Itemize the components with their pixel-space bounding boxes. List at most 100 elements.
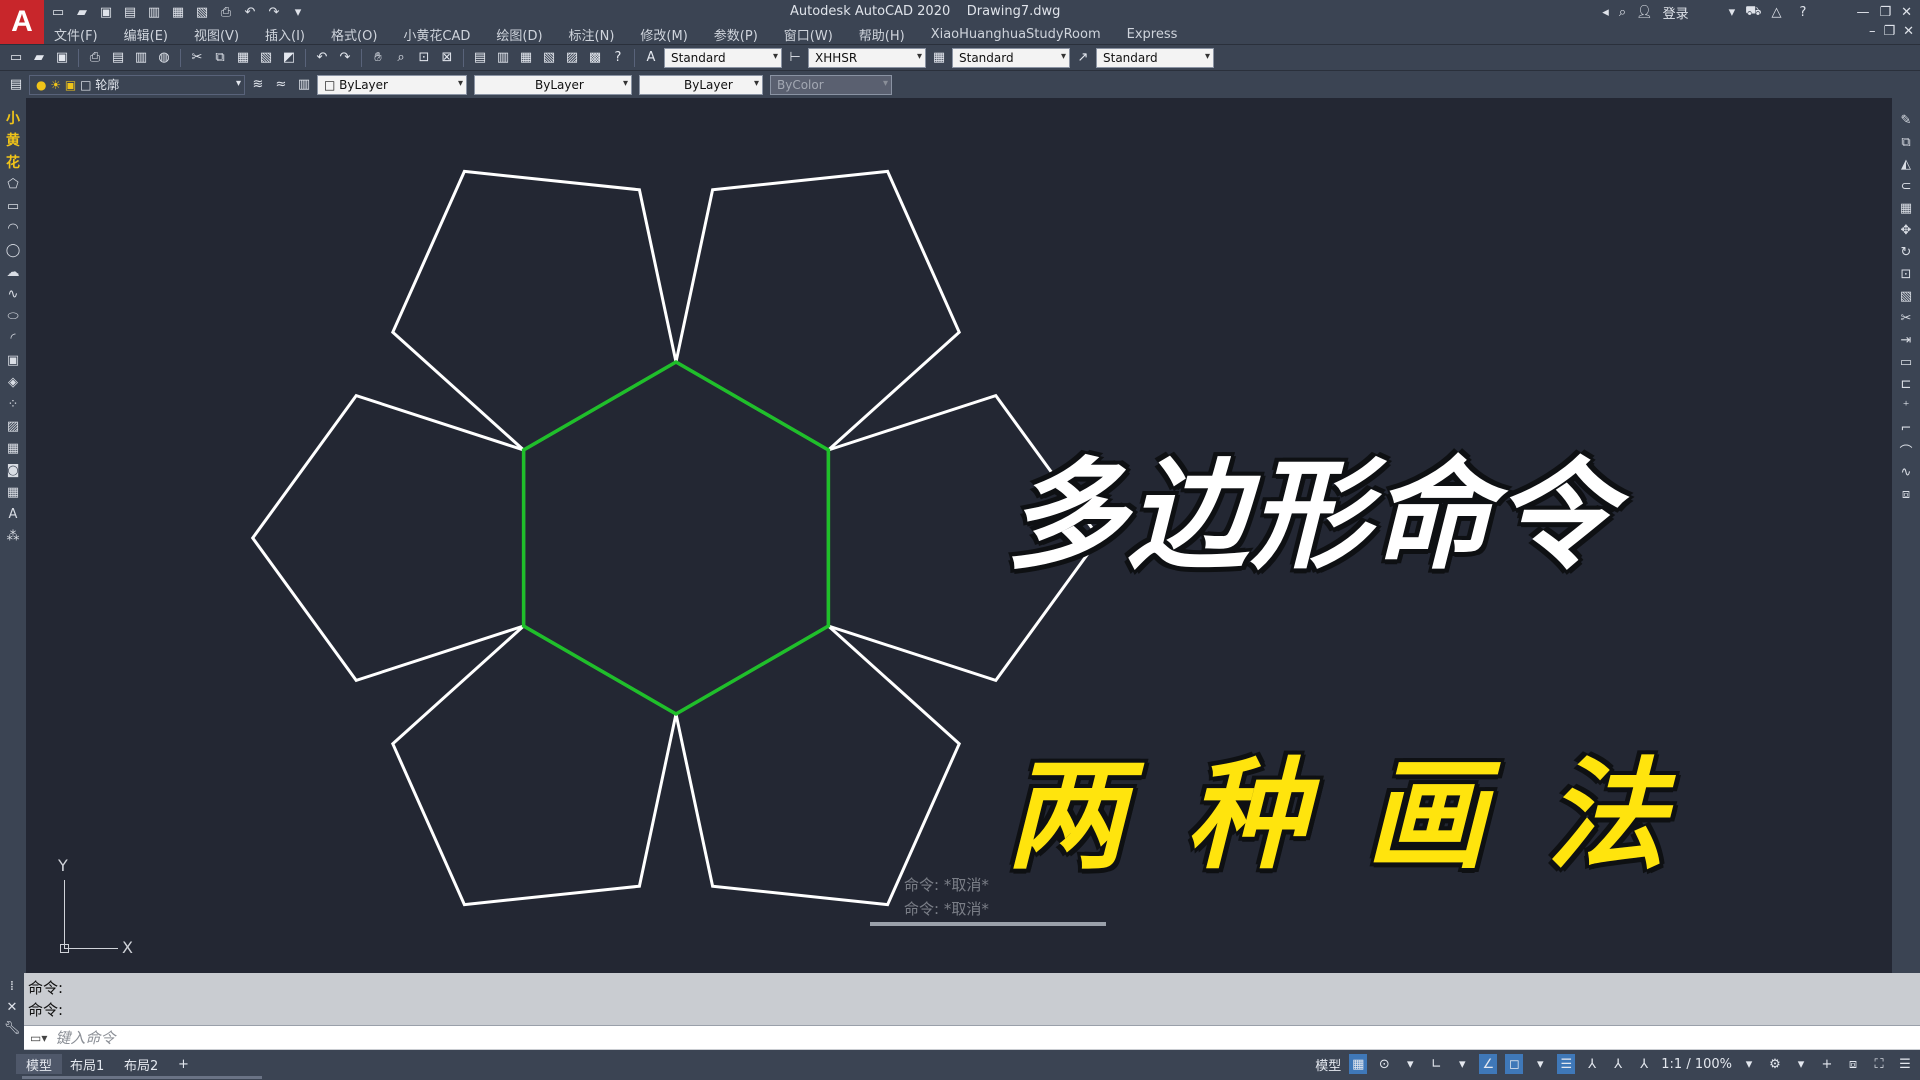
rectangle-icon[interactable]: ▭ bbox=[3, 196, 23, 216]
pentagon-4[interactable] bbox=[390, 624, 678, 907]
pentagon-3[interactable] bbox=[674, 624, 962, 907]
grid-icon[interactable]: ▦ bbox=[1349, 1054, 1368, 1074]
chevron-down-icon[interactable]: ▾ bbox=[1453, 1054, 1471, 1074]
save-icon[interactable]: ▣ bbox=[96, 2, 116, 22]
doc-close-button[interactable]: ✕ bbox=[1903, 24, 1914, 39]
menu-file[interactable]: 文件(F) bbox=[54, 25, 98, 44]
scale-value[interactable]: 1:1 / 100% bbox=[1661, 1057, 1732, 1072]
point-icon[interactable]: ⁘ bbox=[3, 394, 23, 414]
markup-icon[interactable]: ▨ bbox=[562, 48, 582, 68]
save-as-icon[interactable]: ▤ bbox=[120, 2, 140, 22]
polygon-icon[interactable]: ⬠ bbox=[3, 174, 23, 194]
close-icon[interactable]: ✕ bbox=[7, 1000, 18, 1015]
save-web-icon[interactable]: ▦ bbox=[168, 2, 188, 22]
undo-icon[interactable]: ↶ bbox=[312, 48, 332, 68]
chamfer-icon[interactable]: ⌐ bbox=[1896, 418, 1916, 438]
tab-scrollbar[interactable] bbox=[22, 1076, 262, 1079]
add-selected-icon[interactable]: ⁂ bbox=[3, 526, 23, 546]
customize-chevron-icon[interactable]: ▾ bbox=[288, 2, 308, 22]
layer-properties-icon[interactable]: ▤ bbox=[6, 75, 26, 95]
array-icon[interactable]: ▦ bbox=[1896, 198, 1916, 218]
chevron-down-icon[interactable]: ▾ bbox=[1740, 1054, 1758, 1074]
customization-menu-icon[interactable]: ☰ bbox=[1896, 1054, 1914, 1074]
ortho-icon[interactable]: ∟ bbox=[1427, 1054, 1445, 1074]
properties-icon[interactable]: ▤ bbox=[470, 48, 490, 68]
object-snap-icon[interactable]: ◻ bbox=[1505, 1054, 1524, 1074]
cart-icon[interactable]: ⛟ bbox=[1745, 4, 1761, 21]
search-arrow-icon[interactable]: ◂ bbox=[1602, 5, 1609, 20]
gradient-icon[interactable]: ▦ bbox=[3, 438, 23, 458]
lineweight-select[interactable]: ByLayer ▾ bbox=[639, 74, 763, 95]
calculator-icon[interactable]: ▩ bbox=[585, 48, 605, 68]
save-icon[interactable]: ▣ bbox=[52, 48, 72, 68]
menu-draw[interactable]: 绘图(D) bbox=[496, 25, 542, 44]
insert-block-icon[interactable]: ▣ bbox=[3, 350, 23, 370]
menu-window[interactable]: 窗口(W) bbox=[784, 25, 833, 44]
copy-object-icon[interactable]: ⧉ bbox=[1896, 132, 1916, 152]
pentagon-1[interactable] bbox=[674, 169, 962, 452]
plus-icon[interactable]: + bbox=[1818, 1054, 1836, 1074]
menu-express[interactable]: Express bbox=[1127, 27, 1178, 42]
autocad-logo[interactable]: A bbox=[0, 0, 44, 44]
mirror-icon[interactable]: ◭ bbox=[1896, 154, 1916, 174]
help-icon[interactable]: ? bbox=[1800, 5, 1807, 20]
arc-icon[interactable]: ◠ bbox=[3, 218, 23, 238]
binoculars-icon[interactable]: ⌕ bbox=[1619, 5, 1626, 20]
multileader-style-select[interactable]: Standard ▾ bbox=[1096, 47, 1214, 68]
open-web-icon[interactable]: ▥ bbox=[144, 2, 164, 22]
tab-layout1[interactable]: 布局1 bbox=[60, 1054, 114, 1074]
table-icon[interactable]: ▦ bbox=[3, 482, 23, 502]
cut-icon[interactable]: ✂ bbox=[187, 48, 207, 68]
linetype-select[interactable]: ByLayer ▾ bbox=[474, 74, 632, 95]
restore-button[interactable]: ❐ bbox=[1879, 5, 1891, 20]
multiline-text-icon[interactable]: A bbox=[3, 504, 23, 524]
tool-palettes-icon[interactable]: ▦ bbox=[516, 48, 536, 68]
auto-scale-icon[interactable]: ⅄ bbox=[1609, 1054, 1627, 1074]
menu-insert[interactable]: 插入(I) bbox=[265, 25, 305, 44]
layer-select[interactable]: ● ☀ ▣ □ 轮廓 ▾ bbox=[29, 74, 245, 95]
close-button[interactable]: ✕ bbox=[1901, 5, 1912, 20]
trim-icon[interactable]: ✂ bbox=[1896, 308, 1916, 328]
ellipse-arc-icon[interactable]: ◜ bbox=[3, 328, 23, 348]
fillet-icon[interactable]: ⌒ bbox=[1896, 440, 1916, 460]
blend-curves-icon[interactable]: ∿ bbox=[1896, 462, 1916, 482]
lineweight-icon[interactable]: ☰ bbox=[1557, 1054, 1576, 1074]
sheet-set-icon[interactable]: ▧ bbox=[539, 48, 559, 68]
3d-print-icon[interactable]: ◍ bbox=[154, 48, 174, 68]
xiaohuanghua-label-1[interactable]: 小 bbox=[3, 108, 23, 128]
add-layout-button[interactable]: + bbox=[168, 1054, 199, 1074]
dim-style-select[interactable]: XHHSR ▾ bbox=[808, 47, 926, 68]
xiaohuanghua-label-2[interactable]: 黄 bbox=[3, 130, 23, 150]
layer-states-icon[interactable]: ▥ bbox=[294, 75, 314, 95]
pentagon-5[interactable] bbox=[250, 393, 526, 683]
print-icon[interactable]: ⎙ bbox=[216, 2, 236, 22]
isolate-objects-icon[interactable]: ⧈ bbox=[1844, 1054, 1862, 1074]
command-prompt-icon[interactable]: ▭▾ bbox=[30, 1031, 47, 1045]
chevron-down-icon[interactable]: ▾ bbox=[1401, 1054, 1419, 1074]
revision-cloud-icon[interactable]: ☁︎ bbox=[3, 262, 23, 282]
make-block-icon[interactable]: ◈ bbox=[3, 372, 23, 392]
menu-edit[interactable]: 编辑(E) bbox=[124, 25, 168, 44]
dim-style-icon[interactable]: ⊢ bbox=[785, 48, 805, 68]
offset-icon[interactable]: ⊂ bbox=[1896, 176, 1916, 196]
multileader-style-icon[interactable]: ↗ bbox=[1073, 48, 1093, 68]
login-link[interactable]: 登录 bbox=[1663, 3, 1689, 22]
move-icon[interactable]: ✥ bbox=[1896, 220, 1916, 240]
tab-layout2[interactable]: 布局2 bbox=[114, 1054, 168, 1074]
extend-icon[interactable]: ⇥ bbox=[1896, 330, 1916, 350]
ellipse-icon[interactable]: ⬭ bbox=[3, 306, 23, 326]
new-icon[interactable]: ▭ bbox=[6, 48, 26, 68]
paste-icon[interactable]: ▦ bbox=[233, 48, 253, 68]
hatch-icon[interactable]: ▨ bbox=[3, 416, 23, 436]
fullscreen-icon[interactable]: ⛶ bbox=[1870, 1054, 1888, 1074]
menu-help[interactable]: 帮助(H) bbox=[859, 25, 905, 44]
publish-icon[interactable]: ▥ bbox=[131, 48, 151, 68]
dropdown-icon[interactable]: ▾ bbox=[1729, 5, 1736, 20]
doc-restore-button[interactable]: ❐ bbox=[1883, 24, 1895, 39]
tab-model[interactable]: 模型 bbox=[16, 1054, 63, 1074]
plot-icon[interactable]: ⎙ bbox=[85, 48, 105, 68]
spline-icon[interactable]: ∿ bbox=[3, 284, 23, 304]
snap-mode-icon[interactable]: ⊙ bbox=[1375, 1054, 1393, 1074]
block-editor-icon[interactable]: ◩ bbox=[279, 48, 299, 68]
chevron-down-icon[interactable]: ▾ bbox=[1531, 1054, 1549, 1074]
